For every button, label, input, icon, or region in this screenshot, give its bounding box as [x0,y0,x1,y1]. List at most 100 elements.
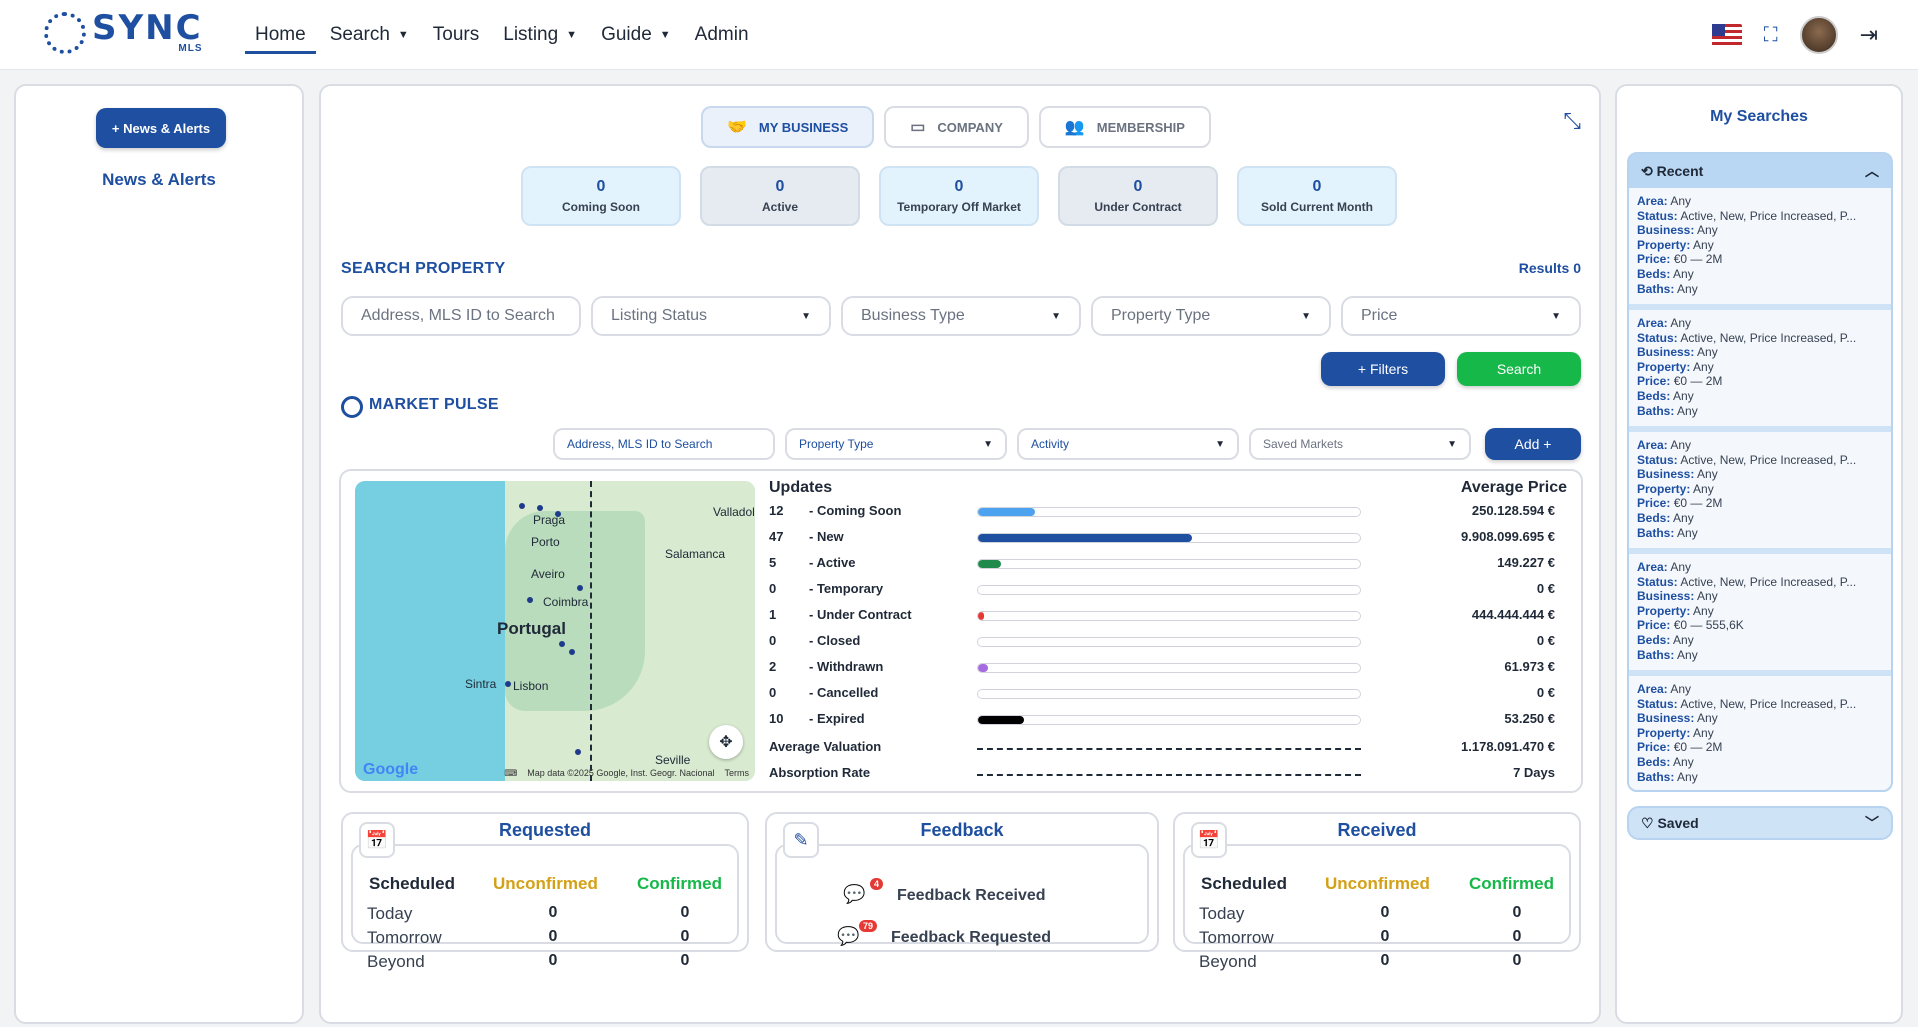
avatar[interactable] [1799,16,1838,54]
portugal-map[interactable]: Valladolid Praga Porto Salamanca Aveiro … [355,481,755,781]
map-marker[interactable] [527,597,533,603]
chat-bubbles-icon: 💬 4 [843,878,883,908]
map-marker[interactable] [575,749,581,755]
search-beds-line: Beds: Any [1637,266,1694,281]
sync-mls-logo[interactable]: SYNC MLS [44,11,203,54]
search-business-line: Business: Any [1637,467,1718,482]
update-label: - Expired [809,711,865,726]
nav-guide[interactable]: Guide ▼ [601,0,671,70]
map-marker[interactable] [559,641,565,647]
add-market-button[interactable]: Add + [1485,428,1581,460]
update-row[interactable]: 0 - Cancelled 0 € [769,683,1569,703]
update-average-price: 0 € [1536,633,1555,648]
map-label: Portugal [497,619,566,638]
feedback-requested-badge: 79 [858,920,877,932]
add-news-alerts-button[interactable]: + News & Alerts [96,108,226,148]
search-property-line: Property: Any [1637,481,1714,496]
recent-search-item[interactable]: Area: Any Status: Active, New, Price Incr… [1629,188,1891,304]
pulse-address-input[interactable]: Address, MLS ID to Search [553,428,775,460]
unconfirmed-value[interactable]: 0 [533,904,573,922]
collapse-icon[interactable]: ⤡ [1563,108,1581,134]
update-average-price: 0 € [1536,685,1555,700]
confirmed-value[interactable]: 0 [1497,952,1537,970]
dashed-line [977,774,1361,776]
stat-sold-current-month[interactable]: 0 Sold Current Month [1237,166,1397,226]
business-type-select[interactable]: Business Type ▼ [841,296,1081,336]
listing-status-select[interactable]: Listing Status ▼ [591,296,831,336]
fullscreen-icon[interactable]: ⛶ [1764,24,1778,47]
update-label: - Cancelled [809,685,879,700]
stat-temporary-off-market[interactable]: 0 Temporary Off Market [879,166,1039,226]
update-progress-bar [977,559,1361,569]
nav-listing[interactable]: Listing ▼ [503,0,577,70]
confirmed-value[interactable]: 0 [665,928,705,946]
update-row[interactable]: 0 - Temporary 0 € [769,579,1569,599]
recent-search-item[interactable]: Area: Any Status: Active, New, Price Incr… [1629,676,1891,790]
search-beds-line: Beds: Any [1637,632,1694,647]
saved-markets-select[interactable]: Saved Markets ▼ [1249,428,1471,460]
update-row[interactable]: 5 - Active 149.227 € [769,553,1569,573]
confirmed-value[interactable]: 0 [1497,904,1537,922]
tab-company[interactable]: ▭ COMPANY [884,106,1029,148]
update-row[interactable]: 0 - Closed 0 € [769,631,1569,651]
update-progress-bar [977,611,1361,621]
recent-search-item[interactable]: Area: Any Status: Active, New, Price Incr… [1629,554,1891,670]
row-label: Tomorrow [367,928,442,947]
unconfirmed-value[interactable]: 0 [1365,952,1405,970]
feedback-requested-row[interactable]: 💬 79 Feedback Requested [837,920,1051,950]
map-marker[interactable] [569,649,575,655]
filters-button[interactable]: + Filters [1321,352,1445,386]
saved-header[interactable]: ♡ Saved ﹀ [1627,806,1893,840]
confirmed-value[interactable]: 0 [1497,928,1537,946]
update-row[interactable]: 1 - Under Contract 444.444.444 € [769,605,1569,625]
map-marker[interactable] [555,511,561,517]
confirmed-value[interactable]: 0 [665,904,705,922]
search-baths-value: Any [1677,403,1698,418]
update-progress-fill [978,716,1024,724]
map-pan-control-icon[interactable]: ✥ [709,725,743,759]
tab-membership[interactable]: 👥 MEMBERSHIP [1038,106,1211,148]
nav-search[interactable]: Search ▼ [330,0,409,70]
pulse-property-type-select[interactable]: Property Type ▼ [785,428,1007,460]
confirmed-value[interactable]: 0 [665,952,705,970]
tab-my-business[interactable]: 🤝 MY BUSINESS [701,106,875,148]
nav-tours[interactable]: Tours [433,0,479,70]
search-button[interactable]: Search [1457,352,1581,386]
stat-active[interactable]: 0 Active [700,166,860,226]
nav-home[interactable]: Home [245,0,316,70]
nav-admin[interactable]: Admin [695,0,749,70]
tab-membership-label: MEMBERSHIP [1096,119,1185,135]
search-status-line: Status: Active, New, Price Increased, P.… [1637,330,1857,345]
recent-header[interactable]: ⟲ Recent ︿ [1629,154,1891,188]
update-row[interactable]: 10 - Expired 53.250 € [769,709,1569,729]
stat-coming-soon[interactable]: 0 Coming Soon [521,166,681,226]
pulse-activity-select[interactable]: Activity ▼ [1017,428,1239,460]
recent-search-item[interactable]: Area: Any Status: Active, New, Price Incr… [1629,432,1891,548]
stat-label: Temporary Off Market [897,200,1021,214]
update-row[interactable]: 47 - New 9.908.099.695 € [769,527,1569,547]
update-row[interactable]: 2 - Withdrawn 61.973 € [769,657,1569,677]
feedback-received-row[interactable]: 💬 4 Feedback Received [843,878,1046,908]
update-label: - Closed [809,633,861,648]
update-row[interactable]: 12 - Coming Soon 250.128.594 € [769,501,1569,521]
recent-label: Recent [1656,162,1704,179]
map-marker[interactable] [519,503,525,509]
map-terms-link[interactable]: Terms [725,768,750,778]
unconfirmed-value[interactable]: 0 [1365,928,1405,946]
address-search-input[interactable]: Address, MLS ID to Search [341,296,581,336]
logout-icon[interactable]: ⇥ [1860,22,1878,48]
unconfirmed-value[interactable]: 0 [533,952,573,970]
keyboard-icon[interactable]: ⌨ [504,768,517,779]
map-marker[interactable] [577,585,583,591]
recent-search-item[interactable]: Area: Any Status: Active, New, Price Incr… [1629,310,1891,426]
search-area-value: Any [1670,438,1692,452]
stat-under-contract[interactable]: 0 Under Contract [1058,166,1218,226]
map-marker[interactable] [505,681,511,687]
map-marker[interactable] [537,505,543,511]
nav-guide-label: Guide [601,24,652,45]
price-select[interactable]: Price ▼ [1341,296,1581,336]
unconfirmed-value[interactable]: 0 [1365,904,1405,922]
property-type-select[interactable]: Property Type ▼ [1091,296,1331,336]
us-flag-icon[interactable] [1711,24,1742,46]
unconfirmed-value[interactable]: 0 [533,928,573,946]
